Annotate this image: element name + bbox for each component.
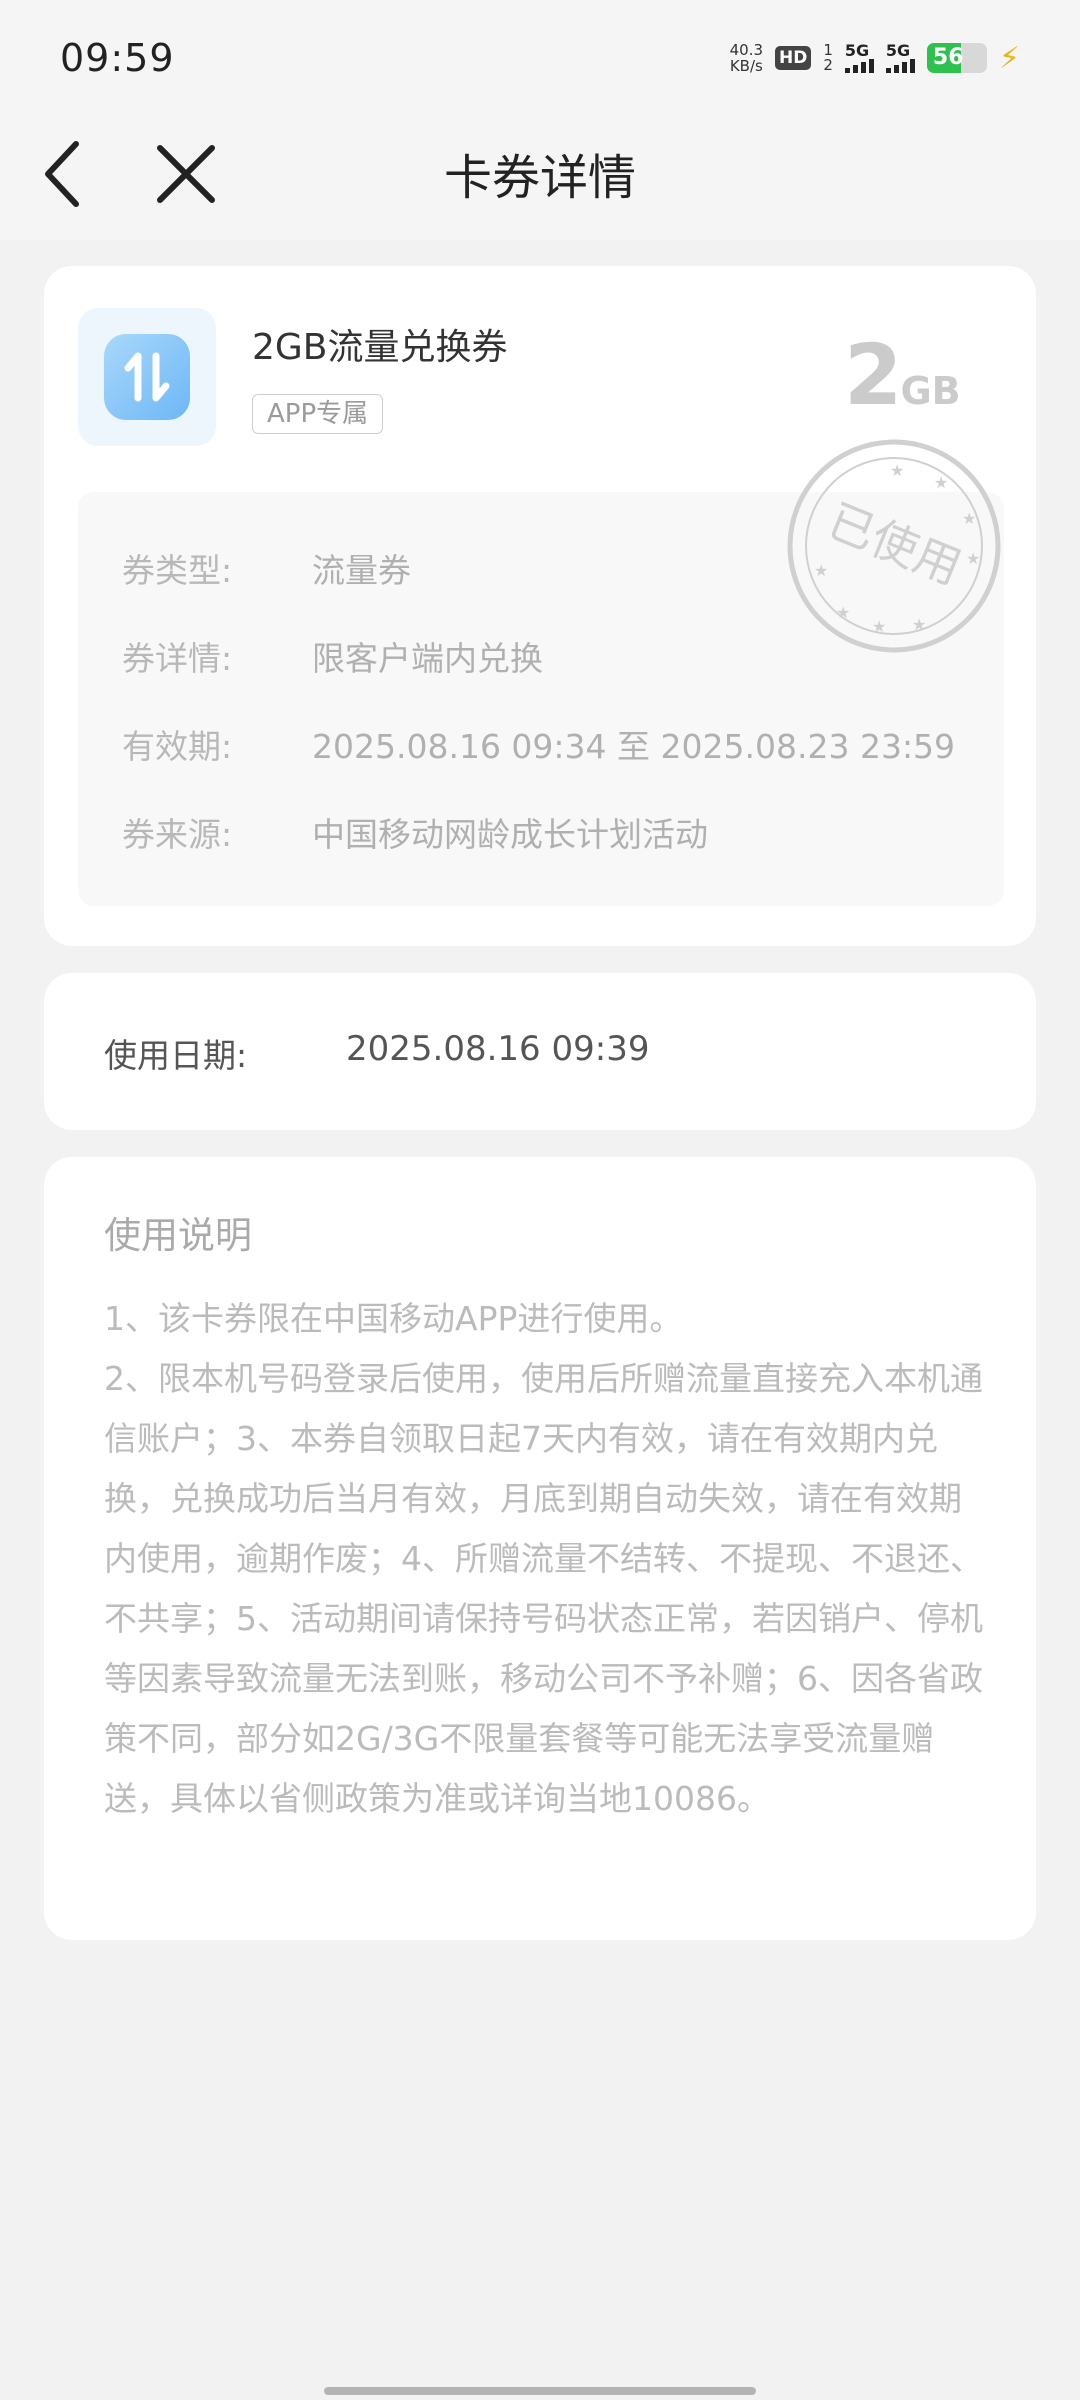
used-stamp-icon: ★ ★ ★ ★ ★ ★ ★ ★ 已使用 — [787, 439, 1001, 653]
coupon-icon-container — [78, 308, 216, 446]
detail-value: 中国移动网龄成长计划活动 — [312, 815, 708, 854]
network-speed-unit: KB/s — [729, 57, 763, 75]
svg-text:★: ★ — [962, 509, 976, 528]
detail-row-description: 券详情: 限客户端内兑换 — [122, 632, 543, 680]
detail-value: 流量券 — [312, 551, 411, 590]
detail-value: 2025.08.16 09:34 至 2025.08.23 23:59 — [312, 727, 956, 766]
coupon-card: 2GB流量兑换券 APP专属 2GB 券类型: 流量券 券详情: 限客户端内兑换 有… — [44, 266, 1036, 946]
coupon-tag-badge: APP专属 — [252, 394, 384, 434]
svg-text:★: ★ — [934, 473, 948, 492]
detail-label: 券来源: — [122, 815, 233, 854]
instructions-line-1: 1、该卡券限在中国移动APP进行使用。 — [104, 1299, 683, 1338]
svg-text:★: ★ — [872, 617, 886, 636]
status-bar: 09:59 40.3 KB/s HD 1 2 5G 5G 56 ⚡ — [0, 0, 1080, 108]
detail-row-source: 券来源: 中国移动网龄成长计划活动 — [122, 808, 708, 856]
coupon-name: 2GB流量兑换券 — [252, 327, 508, 368]
network-speed-value: 40.3 — [729, 41, 764, 59]
nav-header: 卡券详情 — [0, 108, 1080, 240]
svg-text:★: ★ — [836, 603, 850, 622]
detail-label: 有效期: — [122, 727, 233, 766]
svg-text:★: ★ — [912, 615, 926, 634]
data-transfer-icon — [104, 334, 190, 420]
coupon-amount: 2GB — [844, 326, 961, 424]
detail-row-type: 券类型: 流量券 — [122, 544, 411, 592]
lightning-bolt-icon: ⚡ — [998, 40, 1020, 76]
signal-1-icon: 5G — [844, 41, 874, 73]
instructions-title: 使用说明 — [104, 1214, 252, 1257]
coupon-amount-unit: GB — [900, 369, 961, 413]
signal-2-icon: 5G — [885, 41, 915, 73]
status-icons: 40.3 KB/s HD 1 2 5G 5G 56 ⚡ — [730, 38, 1020, 78]
home-indicator[interactable] — [324, 2387, 756, 2395]
detail-row-validity: 有效期: 2025.08.16 09:34 至 2025.08.23 23:59 — [122, 720, 955, 768]
instructions-line-2: 2、限本机号码登录后使用，使用后所赠流量直接充入本机通信账户；3、本券自领取日起… — [104, 1359, 983, 1818]
hd-voice-icon: HD — [775, 46, 812, 70]
svg-text:★: ★ — [966, 549, 980, 568]
battery-icon: 56 — [926, 43, 987, 73]
battery-percent: 56 — [932, 45, 964, 70]
signal-1-label: 5G — [844, 41, 870, 60]
status-time: 09:59 — [60, 36, 175, 80]
network-speed: 40.3 KB/s — [730, 42, 763, 74]
coupon-amount-number: 2 — [844, 326, 902, 424]
sim-indicator: 1 2 — [823, 41, 833, 74]
usage-date-value: 2025.08.16 09:39 — [346, 1029, 650, 1069]
usage-date-card: 使用日期: 2025.08.16 09:39 — [44, 973, 1036, 1130]
detail-label: 券类型: — [122, 551, 233, 590]
usage-date-label: 使用日期: — [104, 1036, 248, 1075]
page-title: 卡券详情 — [443, 150, 636, 206]
signal-2-label: 5G — [885, 41, 911, 60]
svg-text:★: ★ — [814, 561, 828, 580]
detail-label: 券详情: — [122, 639, 233, 678]
instructions-card: 使用说明 1、该卡券限在中国移动APP进行使用。 2、限本机号码登录后使用，使用… — [44, 1157, 1036, 1940]
detail-value: 限客户端内兑换 — [312, 639, 543, 678]
instructions-text: 1、该卡券限在中国移动APP进行使用。 2、限本机号码登录后使用，使用后所赠流量… — [104, 1289, 984, 1829]
svg-text:★: ★ — [890, 461, 904, 480]
stamp-text: 已使用 — [821, 493, 969, 595]
